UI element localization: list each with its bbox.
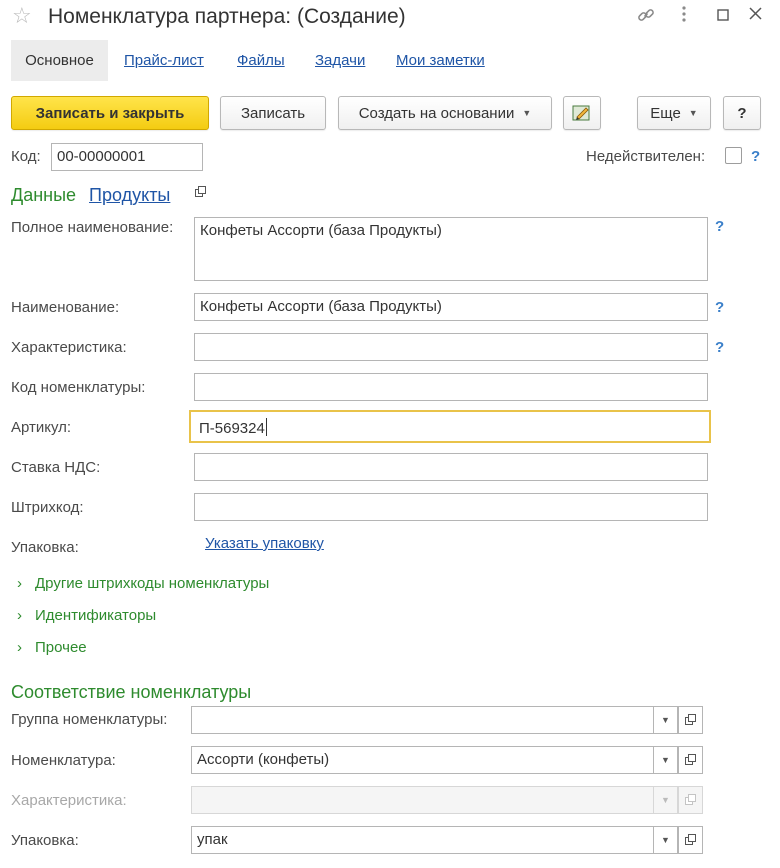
mapping-characteristic-input	[191, 786, 653, 814]
invalid-label: Недействителен:	[586, 148, 706, 165]
item-dropdown-button[interactable]: ▼	[653, 746, 678, 774]
item-label: Номенклатура:	[11, 752, 116, 769]
mapping-package-dropdown-button[interactable]: ▼	[653, 826, 678, 854]
mapping-package-label: Упаковка:	[11, 832, 79, 849]
dropdown-arrow-icon: ▼	[661, 755, 670, 765]
package-label: Упаковка:	[11, 539, 79, 556]
group-other-barcodes-label: Другие штрихкоды номенклатуры	[35, 575, 270, 592]
more-actions-button[interactable]: Еще ▼	[637, 96, 711, 130]
full-name-help-icon[interactable]: ?	[715, 218, 724, 236]
article-label: Артикул:	[11, 419, 72, 436]
more-icon[interactable]	[681, 5, 687, 28]
tab-price-list[interactable]: Прайс-лист	[124, 52, 204, 70]
vat-rate-input[interactable]	[194, 453, 708, 481]
item-group-dropdown-button[interactable]: ▼	[653, 706, 678, 734]
article-input[interactable]: П-569324	[189, 410, 711, 443]
name-label: Наименование:	[11, 299, 120, 316]
group-other-barcodes[interactable]: › Другие штрихкоды номенклатуры	[17, 575, 269, 593]
chevron-right-icon: ›	[17, 639, 22, 656]
item-input[interactable]: Ассорти (конфеты)	[191, 746, 653, 774]
full-name-textarea[interactable]: Конфеты Ассорти (база Продукты)	[194, 217, 708, 281]
close-icon[interactable]	[749, 7, 762, 25]
create-based-on-button[interactable]: Создать на основании ▼	[338, 96, 552, 130]
item-group-open-button[interactable]	[678, 706, 703, 734]
more-actions-label: Еще	[650, 104, 681, 122]
full-name-label: Полное наименование:	[11, 219, 174, 236]
mapping-characteristic-open-button	[678, 786, 703, 814]
help-label: ?	[737, 104, 747, 122]
dropdown-arrow-icon: ▼	[661, 795, 670, 805]
dropdown-arrow-icon: ▼	[661, 715, 670, 725]
open-icon	[684, 714, 697, 726]
maximize-icon[interactable]	[717, 8, 729, 26]
item-code-label: Код номенклатуры:	[11, 379, 146, 396]
group-other[interactable]: › Прочее	[17, 639, 87, 657]
characteristic-input[interactable]	[194, 333, 708, 361]
code-label: Код:	[11, 148, 41, 165]
barcode-input[interactable]	[194, 493, 708, 521]
name-input[interactable]: Конфеты Ассорти (база Продукты)	[194, 293, 708, 321]
products-base-link[interactable]: Продукты	[89, 185, 170, 205]
item-code-input[interactable]	[194, 373, 708, 401]
invalid-help-icon[interactable]: ?	[751, 148, 760, 166]
save-label: Записать	[240, 104, 306, 122]
pencil-edit-icon	[572, 105, 590, 121]
mapping-package-input[interactable]: упак	[191, 826, 653, 854]
article-value: П-569324	[199, 420, 265, 437]
tab-tasks[interactable]: Задачи	[315, 52, 365, 70]
data-section-label: Данные	[11, 185, 77, 205]
group-identifiers-label: Идентификаторы	[35, 607, 157, 624]
group-identifiers[interactable]: › Идентификаторы	[17, 607, 156, 625]
item-group-input[interactable]	[191, 706, 653, 734]
link-icon[interactable]	[637, 6, 655, 29]
mapping-section-title: Соответствие номенклатуры	[11, 682, 252, 702]
open-window-icon[interactable]	[195, 186, 207, 198]
vat-rate-label: Ставка НДС:	[11, 459, 101, 476]
invalid-checkbox[interactable]	[725, 147, 742, 164]
window-title: Номенклатура партнера: (Создание)	[48, 5, 406, 28]
save-and-close-label: Записать и закрыть	[35, 104, 185, 122]
tab-my-notes[interactable]: Мои заметки	[396, 52, 485, 70]
characteristic-help-icon[interactable]: ?	[715, 339, 724, 357]
text-cursor	[265, 418, 267, 436]
data-section-title: Данные Продукты	[11, 184, 170, 206]
open-icon	[684, 834, 697, 846]
tab-main[interactable]: Основное	[11, 40, 108, 81]
group-other-label: Прочее	[35, 639, 87, 656]
dropdown-arrow-icon: ▼	[522, 108, 532, 118]
item-open-button[interactable]	[678, 746, 703, 774]
chevron-right-icon: ›	[17, 607, 22, 624]
chevron-right-icon: ›	[17, 575, 22, 592]
dropdown-arrow-icon: ▼	[661, 835, 670, 845]
tab-files[interactable]: Файлы	[237, 52, 285, 70]
edit-document-button[interactable]	[563, 96, 601, 130]
save-button[interactable]: Записать	[220, 96, 326, 130]
open-icon	[684, 754, 697, 766]
dropdown-arrow-icon: ▼	[688, 108, 698, 118]
name-help-icon[interactable]: ?	[715, 299, 724, 317]
item-group-label: Группа номенклатуры:	[11, 711, 168, 728]
mapping-characteristic-dropdown-button: ▼	[653, 786, 678, 814]
help-button[interactable]: ?	[723, 96, 761, 130]
barcode-label: Штрихкод:	[11, 499, 84, 516]
mapping-package-open-button[interactable]	[678, 826, 703, 854]
characteristic-label: Характеристика:	[11, 339, 127, 356]
save-and-close-button[interactable]: Записать и закрыть	[11, 96, 209, 130]
specify-package-link[interactable]: Указать упаковку	[205, 535, 324, 553]
open-icon	[684, 794, 697, 806]
favorite-star-icon[interactable]: ☆	[12, 4, 32, 28]
code-input[interactable]: 00-00000001	[51, 143, 203, 171]
mapping-characteristic-label: Характеристика:	[11, 792, 127, 809]
create-based-on-label: Создать на основании	[358, 104, 515, 122]
